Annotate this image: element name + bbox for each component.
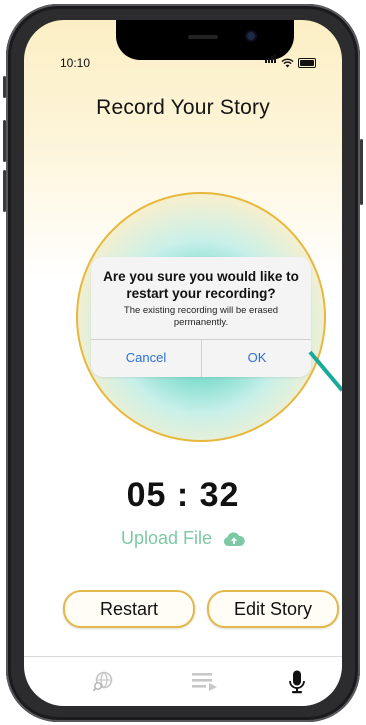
page-title: Record Your Story [96,96,270,119]
upload-file-link[interactable]: Upload File [24,528,342,549]
status-time: 10:10 [60,56,91,70]
wifi-icon [281,58,294,68]
playlist-icon [192,673,217,691]
status-icons [265,50,316,68]
dialog-title: Are you sure you would like to restart y… [103,269,299,301]
bottom-tab-bar [24,656,342,706]
magnified-dialog-circle: Are you sure you would like to restart y… [76,192,326,442]
volume-down-button [3,170,6,212]
dialog-message: The existing recording will be erased pe… [123,305,279,328]
tab-record[interactable] [282,669,312,695]
tab-explore[interactable] [88,669,118,695]
dialog-cancel-button[interactable]: Cancel [91,339,201,377]
phone-frame: 10:10 Record Your Story Are you sure you… [3,4,363,722]
microphone-icon [289,670,305,694]
tab-stories-list[interactable] [190,669,220,695]
upload-file-label: Upload File [120,528,213,548]
cellular-signal-icon [265,50,277,68]
edit-story-button[interactable]: Edit Story [207,590,339,628]
front-camera [247,32,255,40]
silent-switch [3,76,6,98]
earpiece-speaker [188,35,218,39]
restart-confirm-dialog: Are you sure you would like to restart y… [91,257,311,377]
cloud-upload-icon [223,532,245,546]
battery-icon [298,58,316,68]
app-screen: 10:10 Record Your Story Are you sure you… [24,20,342,706]
dialog-ok-button[interactable]: OK [202,339,312,377]
recording-timer: 05 : 32 [126,476,240,514]
restart-button[interactable]: Restart [63,590,195,628]
volume-up-button [3,120,6,162]
power-button [360,139,363,205]
globe-search-icon [92,671,113,692]
